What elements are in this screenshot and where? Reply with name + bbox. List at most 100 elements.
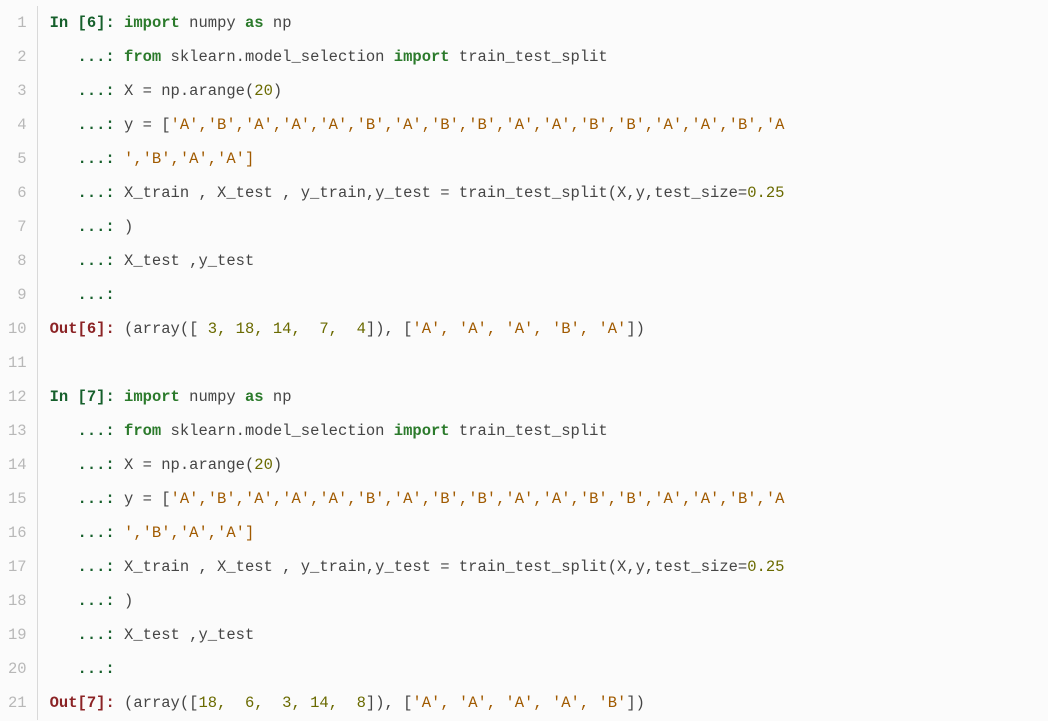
line-number: 8	[0, 244, 27, 278]
line-number: 1	[0, 6, 27, 40]
code-line: ...: ','B','A','A']	[50, 516, 1048, 550]
code-line: ...: )	[50, 584, 1048, 618]
line-number: 9	[0, 278, 27, 312]
continuation-prompt: ...:	[50, 218, 124, 236]
continuation-prompt: ...:	[50, 660, 124, 678]
keyword-import: import	[394, 422, 450, 440]
line-number: 15	[0, 482, 27, 516]
code-line: ...: y = ['A','B','A','A','A','B','A','B…	[50, 108, 1048, 142]
blank-line	[50, 346, 1048, 380]
output-text: (array([	[124, 694, 198, 712]
string-literal: 'A','B','A','A','A','B','A','B','B','A',…	[171, 490, 785, 508]
line-number: 17	[0, 550, 27, 584]
code-text: y = [	[124, 116, 171, 134]
code-line: ...: X = np.arange(20)	[50, 448, 1048, 482]
code-line: ...:	[50, 652, 1048, 686]
continuation-prompt: ...:	[50, 490, 124, 508]
code-line: ...:	[50, 278, 1048, 312]
string-literal: 'A','B','A','A','A','B','A','B','B','A',…	[171, 116, 785, 134]
alias: np	[264, 388, 292, 406]
code-line: ...: )	[50, 210, 1048, 244]
code-text: X_test ,y_test	[124, 626, 254, 644]
output-text: ])	[626, 694, 645, 712]
continuation-prompt: ...:	[50, 422, 124, 440]
in-prompt-close: ]:	[96, 388, 124, 406]
line-number: 6	[0, 176, 27, 210]
code-text: )	[273, 82, 282, 100]
line-number: 18	[0, 584, 27, 618]
line-number: 13	[0, 414, 27, 448]
number-literal: 3, 18, 14, 7, 4	[208, 320, 366, 338]
symbol: train_test_split	[450, 48, 608, 66]
line-number: 7	[0, 210, 27, 244]
in-prompt-close: ]:	[96, 14, 124, 32]
code-text: X = np.arange(	[124, 456, 254, 474]
code-text: X_test ,y_test	[124, 252, 254, 270]
continuation-prompt: ...:	[50, 524, 124, 542]
continuation-prompt: ...:	[50, 184, 124, 202]
continuation-prompt: ...:	[50, 150, 124, 168]
cell-number: 6	[87, 14, 96, 32]
cell-number: 7	[87, 388, 96, 406]
code-line: Out[7]: (array([18, 6, 3, 14, 8]), ['A',…	[50, 686, 1048, 720]
out-prompt-close: ]:	[96, 320, 124, 338]
keyword-from: from	[124, 422, 161, 440]
continuation-prompt: ...:	[50, 558, 124, 576]
code-text: )	[273, 456, 282, 474]
code-line: ...: y = ['A','B','A','A','A','B','A','B…	[50, 482, 1048, 516]
code-text: )	[124, 592, 133, 610]
number-literal: 0.25	[747, 184, 784, 202]
module-name: sklearn.model_selection	[161, 422, 394, 440]
number-literal: 0.25	[747, 558, 784, 576]
line-number: 21	[0, 686, 27, 720]
line-number: 2	[0, 40, 27, 74]
line-number: 16	[0, 516, 27, 550]
output-text: (array([	[124, 320, 208, 338]
keyword-import: import	[124, 388, 180, 406]
line-number: 4	[0, 108, 27, 142]
keyword-import: import	[124, 14, 180, 32]
code-line: Out[6]: (array([ 3, 18, 14, 7, 4]), ['A'…	[50, 312, 1048, 346]
symbol: train_test_split	[450, 422, 608, 440]
continuation-prompt: ...:	[50, 252, 124, 270]
out-prompt: Out[	[50, 320, 87, 338]
keyword-import: import	[394, 48, 450, 66]
in-prompt: In [	[50, 388, 87, 406]
keyword-as: as	[245, 14, 264, 32]
out-prompt-close: ]:	[96, 694, 124, 712]
string-literal: 'A', 'A', 'A', 'B', 'A'	[412, 320, 626, 338]
keyword-as: as	[245, 388, 264, 406]
continuation-prompt: ...:	[50, 82, 124, 100]
string-literal: ','B','A','A']	[124, 150, 254, 168]
code-line: ...: X_test ,y_test	[50, 618, 1048, 652]
code-area: In [6]: import numpy as np ...: from skl…	[38, 6, 1048, 720]
line-number: 5	[0, 142, 27, 176]
continuation-prompt: ...:	[50, 626, 124, 644]
output-text: ]), [	[366, 694, 413, 712]
code-line: ...: ','B','A','A']	[50, 142, 1048, 176]
code-line: ...: X_test ,y_test	[50, 244, 1048, 278]
keyword-from: from	[124, 48, 161, 66]
line-number: 20	[0, 652, 27, 686]
module-name: sklearn.model_selection	[161, 48, 394, 66]
cell-number: 7	[87, 694, 96, 712]
string-literal: ','B','A','A']	[124, 524, 254, 542]
code-text: )	[124, 218, 133, 236]
string-literal: 'A', 'A', 'A', 'A', 'B'	[412, 694, 626, 712]
code-line: In [7]: import numpy as np	[50, 380, 1048, 414]
in-prompt: In [	[50, 14, 87, 32]
code-line: ...: X_train , X_test , y_train,y_test =…	[50, 550, 1048, 584]
line-number: 12	[0, 380, 27, 414]
continuation-prompt: ...:	[50, 456, 124, 474]
module-name: numpy	[180, 14, 245, 32]
line-number: 3	[0, 74, 27, 108]
code-block: 1 2 3 4 5 6 7 8 9 10 11 12 13 14 15 16 1…	[0, 0, 1048, 720]
alias: np	[264, 14, 292, 32]
out-prompt: Out[	[50, 694, 87, 712]
continuation-prompt: ...:	[50, 592, 124, 610]
code-text: X = np.arange(	[124, 82, 254, 100]
cell-number: 6	[87, 320, 96, 338]
code-text: y = [	[124, 490, 171, 508]
line-number-gutter: 1 2 3 4 5 6 7 8 9 10 11 12 13 14 15 16 1…	[0, 6, 38, 720]
number-literal: 20	[254, 82, 273, 100]
